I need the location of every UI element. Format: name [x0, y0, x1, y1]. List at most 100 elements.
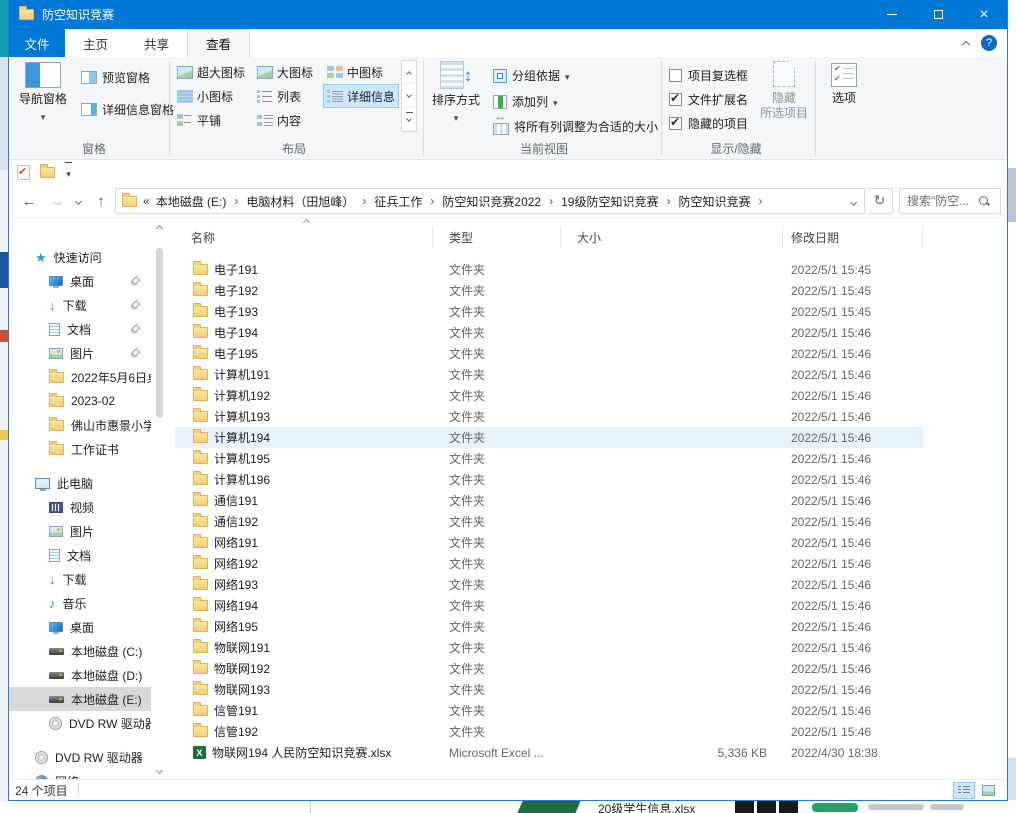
- layout-view-option[interactable]: 小图标: [173, 84, 253, 108]
- tab-share[interactable]: 共享: [126, 29, 187, 57]
- gallery-scrollbar[interactable]: [401, 60, 417, 132]
- scroll-down-icon[interactable]: [151, 762, 168, 779]
- column-header-type[interactable]: 类型: [433, 226, 561, 248]
- add-columns-button[interactable]: 添加列: [493, 93, 558, 110]
- gallery-more-icon[interactable]: [402, 108, 416, 131]
- tab-file[interactable]: 文件: [9, 29, 65, 57]
- checkbox-icon[interactable]: [669, 69, 682, 82]
- file-row[interactable]: 通信192 文件夹 2022/5/1 15:46: [175, 511, 923, 532]
- forward-button[interactable]: [45, 184, 69, 218]
- sidebar-item[interactable]: 图片: [9, 519, 151, 543]
- sidebar-item[interactable]: 视频: [9, 495, 151, 519]
- file-row[interactable]: 计算机194 文件夹 2022/5/1 15:46: [175, 427, 923, 448]
- sidebar-item[interactable]: 此电脑: [9, 471, 151, 495]
- sidebar-item[interactable]: 快速访问: [9, 245, 151, 269]
- recent-locations-icon[interactable]: [71, 184, 85, 218]
- qat-properties-icon[interactable]: [17, 165, 30, 180]
- details-pane-button[interactable]: 详细信息窗格: [81, 101, 174, 118]
- file-row[interactable]: 电子193 文件夹 2022/5/1 15:45: [175, 301, 923, 322]
- search-input[interactable]: [900, 194, 978, 208]
- sidebar-item[interactable]: 本地磁盘 (C:): [9, 639, 151, 663]
- breadcrumb-segment[interactable]: 电脑材料（田旭峰）: [240, 193, 360, 210]
- sidebar-item[interactable]: 下载: [9, 567, 151, 591]
- layout-view-option[interactable]: 中图标: [323, 60, 399, 84]
- file-row[interactable]: 计算机195 文件夹 2022/5/1 15:46: [175, 448, 923, 469]
- sort-by-button[interactable]: 排序方式: [429, 61, 483, 124]
- group-by-button[interactable]: 分组依据: [493, 67, 570, 84]
- breadcrumb[interactable]: 本地磁盘 (E:) 电脑材料（田旭峰） 征兵工作 防空知识竞赛2022 19级防…: [115, 188, 865, 214]
- collapse-ribbon-icon[interactable]: [962, 40, 970, 48]
- breadcrumb-segment[interactable]: 本地磁盘 (E:): [150, 193, 233, 210]
- file-row[interactable]: 物联网194 人民防空知识竞赛.xlsx Microsoft Excel ...…: [175, 742, 923, 763]
- options-button[interactable]: 选项: [821, 63, 867, 106]
- qat-folder-icon[interactable]: [40, 167, 55, 178]
- sidebar-item[interactable]: 下载: [9, 293, 151, 317]
- file-row[interactable]: 物联网193 文件夹 2022/5/1 15:46: [175, 679, 923, 700]
- sidebar-item[interactable]: DVD RW 驱动器: [9, 745, 151, 769]
- file-row[interactable]: 网络193 文件夹 2022/5/1 15:46: [175, 574, 923, 595]
- breadcrumb-overflow-icon[interactable]: [143, 194, 150, 208]
- maximize-button[interactable]: [915, 0, 961, 29]
- breadcrumb-segment[interactable]: 19级防空知识竞赛: [555, 193, 664, 210]
- column-header-size[interactable]: 大小: [561, 226, 783, 248]
- sidebar-item[interactable]: 本地磁盘 (D:): [9, 663, 151, 687]
- sidebar-item[interactable]: 音乐: [9, 591, 151, 615]
- gallery-scroll-down-icon[interactable]: [402, 84, 416, 107]
- file-row[interactable]: 电子191 文件夹 2022/5/1 15:45: [175, 259, 923, 280]
- refresh-button[interactable]: [867, 188, 893, 214]
- hide-selected-button[interactable]: 隐藏 所选项目: [757, 61, 811, 121]
- file-row[interactable]: 计算机191 文件夹 2022/5/1 15:46: [175, 364, 923, 385]
- file-row[interactable]: 电子195 文件夹 2022/5/1 15:46: [175, 343, 923, 364]
- layout-view-option[interactable]: 详细信息: [323, 84, 399, 108]
- qat-customize-icon[interactable]: [65, 162, 72, 182]
- checkbox-icon[interactable]: [669, 93, 682, 106]
- file-row[interactable]: 信管191 文件夹 2022/5/1 15:46: [175, 700, 923, 721]
- help-icon[interactable]: [981, 35, 997, 51]
- search-box[interactable]: [899, 188, 1001, 214]
- address-dropdown-icon[interactable]: [843, 194, 864, 208]
- sidebar-item[interactable]: 本地磁盘 (E:): [9, 687, 151, 711]
- file-row[interactable]: 通信191 文件夹 2022/5/1 15:46: [175, 490, 923, 511]
- file-row[interactable]: 物联网191 文件夹 2022/5/1 15:46: [175, 637, 923, 658]
- file-row[interactable]: 电子194 文件夹 2022/5/1 15:46: [175, 322, 923, 343]
- sidebar-scrollbar[interactable]: [151, 218, 168, 779]
- sidebar-item[interactable]: 2022年5月6日桌: [9, 365, 151, 389]
- file-row[interactable]: 计算机193 文件夹 2022/5/1 15:46: [175, 406, 923, 427]
- sidebar-item[interactable]: 文档: [9, 317, 151, 341]
- file-row[interactable]: 网络195 文件夹 2022/5/1 15:46: [175, 616, 923, 637]
- layout-view-option[interactable]: 大图标: [253, 60, 323, 84]
- show-hide-checkbox[interactable]: 项目复选框: [669, 67, 748, 84]
- sidebar-item[interactable]: 网络: [9, 769, 151, 779]
- up-button[interactable]: [89, 184, 113, 218]
- layout-view-option[interactable]: 超大图标: [173, 60, 253, 84]
- file-row[interactable]: 网络192 文件夹 2022/5/1 15:46: [175, 553, 923, 574]
- thumbnail-view-button[interactable]: [977, 782, 999, 799]
- column-header-date[interactable]: 修改日期: [783, 226, 923, 248]
- file-row[interactable]: 计算机196 文件夹 2022/5/1 15:46: [175, 469, 923, 490]
- sidebar-item[interactable]: 佛山市惠景小学-: [9, 413, 151, 437]
- show-hide-checkbox[interactable]: 文件扩展名: [669, 91, 748, 108]
- details-view-button[interactable]: [953, 782, 975, 799]
- sidebar-item[interactable]: 2023-02: [9, 389, 151, 413]
- size-all-columns-button[interactable]: 将所有列调整为合适的大小: [493, 117, 658, 135]
- sidebar-item[interactable]: DVD RW 驱动器: [9, 711, 151, 735]
- tab-home[interactable]: 主页: [65, 29, 126, 57]
- sidebar-item[interactable]: 桌面: [9, 269, 151, 293]
- sidebar-item[interactable]: 图片: [9, 341, 151, 365]
- breadcrumb-segment[interactable]: 征兵工作: [368, 193, 428, 210]
- sidebar-item[interactable]: 工作证书: [9, 437, 151, 461]
- layout-view-option[interactable]: 列表: [253, 84, 323, 108]
- breadcrumb-segment[interactable]: 防空知识竞赛2022: [436, 193, 547, 210]
- file-row[interactable]: 计算机192 文件夹 2022/5/1 15:46: [175, 385, 923, 406]
- layout-view-option[interactable]: 平铺: [173, 108, 253, 132]
- file-row[interactable]: 物联网192 文件夹 2022/5/1 15:46: [175, 658, 923, 679]
- column-header-name[interactable]: 名称: [175, 226, 433, 248]
- breadcrumb-segment[interactable]: 防空知识竞赛: [672, 193, 756, 210]
- nav-pane-button[interactable]: 导航窗格: [15, 62, 71, 123]
- layout-view-option[interactable]: 内容: [253, 108, 323, 132]
- search-icon[interactable]: [978, 195, 990, 207]
- show-hide-checkbox[interactable]: 隐藏的项目: [669, 115, 748, 132]
- scrollbar-thumb[interactable]: [156, 248, 163, 418]
- file-row[interactable]: 网络194 文件夹 2022/5/1 15:46: [175, 595, 923, 616]
- preview-pane-button[interactable]: 预览窗格: [81, 69, 150, 86]
